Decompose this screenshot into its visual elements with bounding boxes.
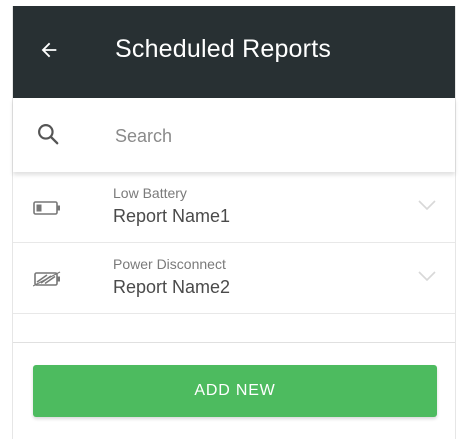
chevron-down-icon[interactable] (417, 199, 437, 211)
report-name: Report Name1 (113, 206, 231, 226)
app-bar: Scheduled Reports (13, 6, 455, 98)
battery-low-icon (33, 201, 60, 215)
report-name: Report Name2 (113, 277, 231, 297)
report-list: Low Battery Report Name1 Power Disconnec… (13, 172, 455, 314)
page-title: Scheduled Reports (115, 35, 332, 63)
footer: ADD NEW (13, 342, 455, 440)
app-screen: Scheduled Reports Low Battery Report Nam… (12, 6, 456, 439)
back-button[interactable] (31, 32, 67, 68)
report-type: Power Disconnect (113, 256, 226, 272)
list-item[interactable]: Power Disconnect Report Name2 (13, 243, 455, 314)
add-new-button[interactable]: ADD NEW (33, 365, 437, 417)
search-icon (38, 124, 59, 145)
arrow-left-icon (41, 42, 57, 58)
power-disconnect-icon (33, 271, 61, 287)
search-bar (13, 98, 455, 172)
search-input[interactable] (113, 120, 417, 152)
chevron-down-icon[interactable] (417, 270, 437, 282)
list-item[interactable]: Low Battery Report Name1 (13, 172, 455, 243)
report-type: Low Battery (113, 185, 187, 201)
